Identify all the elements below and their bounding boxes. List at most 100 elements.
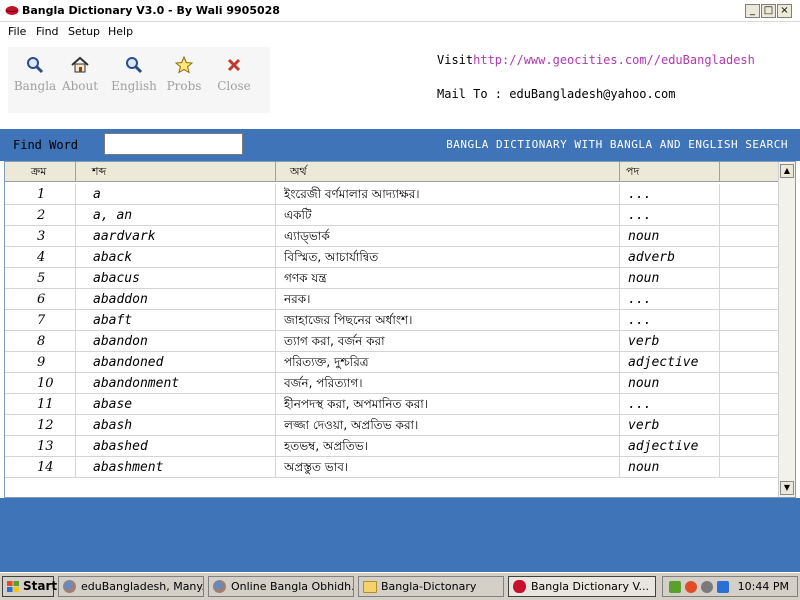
system-tray: 10:44 PM — [662, 576, 798, 597]
row-part-of-speech: ... — [620, 289, 720, 310]
dictionary-banner: BANGLA DICTIONARY WITH BANGLA AND ENGLIS… — [446, 138, 788, 151]
row-number: 4 — [5, 247, 76, 268]
dictionary-grid[interactable]: ক্রম শব্দ অর্থ পদ 1 a ইংরেজী বর্ণমালার আদ্… — [4, 161, 796, 498]
table-row[interactable]: 1 a ইংরেজী বর্ণমালার আদ্যাক্ষর।... — [5, 184, 780, 205]
close-button-label: Close — [217, 79, 251, 93]
table-row[interactable]: 14 abashment অপ্রস্তুত ভাব। noun — [5, 457, 780, 478]
row-number: 3 — [5, 226, 76, 247]
bangla-search-button[interactable]: Bangla — [11, 53, 59, 103]
table-row[interactable]: 4 aback বিস্মিত, আচার্যান্বিত adverb — [5, 247, 780, 268]
row-part-of-speech: adjective — [620, 436, 720, 457]
menu-help[interactable]: Help — [108, 25, 133, 38]
header-word[interactable]: শব্দ — [76, 162, 276, 182]
row-extra-cell — [720, 205, 780, 226]
row-meaning: অপ্রস্তুত ভাব। — [276, 457, 620, 478]
english-search-button[interactable]: English — [110, 53, 158, 103]
row-meaning: বর্জন, পরিত্যাগ। — [276, 373, 620, 394]
close-button[interactable]: Close — [210, 53, 258, 103]
row-extra-cell — [720, 436, 780, 457]
table-row[interactable]: 11 abase হীনপদস্থ করা, অপমানিত করা।... — [5, 394, 780, 415]
taskbar-item-edubangladesh[interactable]: eduBangladesh, Many... — [58, 576, 204, 597]
scroll-down-arrow-icon[interactable]: ▼ — [780, 481, 794, 495]
row-part-of-speech: noun — [620, 226, 720, 247]
row-meaning: বিস্মিত, আচার্যান্বিত — [276, 247, 620, 268]
security-icon[interactable] — [685, 581, 697, 593]
row-word: aback — [76, 247, 276, 268]
website-link[interactable]: http://www.geocities.com//eduBangladesh — [473, 53, 755, 67]
row-word: abacus — [76, 268, 276, 289]
grid-header: ক্রম শব্দ অর্থ পদ — [5, 162, 780, 182]
mail-address[interactable]: eduBangladesh@yahoo.com — [509, 87, 675, 101]
row-extra-cell — [720, 331, 780, 352]
row-word: abandoned — [76, 352, 276, 373]
row-word: abaft — [76, 310, 276, 331]
table-row[interactable]: 10 abandonment বর্জন, পরিত্যাগ। noun — [5, 373, 780, 394]
close-window-button[interactable]: × — [777, 4, 792, 18]
taskbar-item-bangla-dictionary-app[interactable]: Bangla Dictionary V... — [508, 576, 656, 597]
minimize-button[interactable]: _ — [745, 4, 760, 18]
table-row[interactable]: 12 abash লজ্জা দেওয়া, অপ্রতিভ করা। verb — [5, 415, 780, 436]
row-meaning: গণক যন্ত্র — [276, 268, 620, 289]
table-row[interactable]: 2 a, an একটি... — [5, 205, 780, 226]
taskbar-item-bangla-dictonary-folder[interactable]: Bangla-Dictonary — [358, 576, 504, 597]
row-extra-cell — [720, 310, 780, 331]
row-meaning: পরিত্যক্ত, দুশ্চরিত্র — [276, 352, 620, 373]
row-number: 6 — [5, 289, 76, 310]
row-word: abash — [76, 415, 276, 436]
header-pos[interactable]: পদ — [620, 162, 720, 182]
network-icon[interactable] — [669, 581, 681, 593]
row-number: 13 — [5, 436, 76, 457]
row-part-of-speech: ... — [620, 205, 720, 226]
scroll-up-arrow-icon[interactable]: ▲ — [780, 164, 794, 178]
probs-button-label: Probs — [166, 79, 202, 93]
magnifier-icon — [110, 53, 158, 77]
header-serial[interactable]: ক্রম — [5, 162, 76, 182]
table-row[interactable]: 9 abandoned পরিত্যক্ত, দুশ্চরিত্র adjective — [5, 352, 780, 373]
row-part-of-speech: verb — [620, 331, 720, 352]
row-part-of-speech: noun — [620, 457, 720, 478]
about-button[interactable]: About — [56, 53, 104, 103]
row-extra-cell — [720, 184, 780, 205]
table-row[interactable]: 7 abaft জাহাজের পিছনের অর্ধাংশ।... — [5, 310, 780, 331]
row-meaning: ত্যাগ করা, বর্জন করা — [276, 331, 620, 352]
find-word-input[interactable] — [104, 133, 243, 155]
about-button-label: About — [61, 79, 99, 93]
menu-file[interactable]: File — [8, 25, 26, 38]
menu-find[interactable]: Find — [36, 25, 59, 38]
table-row[interactable]: 5 abacus গণক যন্ত্র noun — [5, 268, 780, 289]
row-number: 10 — [5, 373, 76, 394]
display-icon[interactable] — [717, 581, 729, 593]
header-meaning[interactable]: অর্থ — [276, 162, 620, 182]
visit-label: Visit — [437, 53, 474, 67]
row-part-of-speech: ... — [620, 184, 720, 205]
volume-icon[interactable] — [701, 581, 713, 593]
maximize-button[interactable]: □ — [761, 4, 776, 18]
menu-bar: File Find Setup Help — [0, 22, 800, 41]
row-meaning: জাহাজের পিছনের অর্ধাংশ। — [276, 310, 620, 331]
row-extra-cell — [720, 247, 780, 268]
row-number: 2 — [5, 205, 76, 226]
row-number: 1 — [5, 184, 76, 205]
bottom-panel — [0, 498, 800, 572]
table-row[interactable]: 13 abashed হতভম্ব, অপ্রতিভ। adjective — [5, 436, 780, 457]
taskbar: Start eduBangladesh, Many... Online Bang… — [0, 572, 800, 600]
row-extra-cell — [720, 352, 780, 373]
start-button[interactable]: Start — [2, 576, 57, 597]
row-meaning: একটি — [276, 205, 620, 226]
menu-setup[interactable]: Setup — [68, 25, 100, 38]
table-row[interactable]: 8 abandon ত্যাগ করা, বর্জন করা verb — [5, 331, 780, 352]
probs-button[interactable]: Probs — [160, 53, 208, 103]
row-number: 9 — [5, 352, 76, 373]
table-row[interactable]: 3 aardvark এ্যাড্ভার্ক noun — [5, 226, 780, 247]
clock: 10:44 PM — [737, 580, 789, 593]
vertical-scrollbar[interactable]: ▲ ▼ — [778, 162, 795, 497]
taskbar-item-label: Online Bangla Obhidh... — [231, 580, 354, 593]
table-row[interactable]: 6 abaddon নরক।... — [5, 289, 780, 310]
row-part-of-speech: adjective — [620, 352, 720, 373]
row-word: abashed — [76, 436, 276, 457]
row-part-of-speech: ... — [620, 394, 720, 415]
taskbar-item-online-bangla[interactable]: Online Bangla Obhidh... — [208, 576, 354, 597]
taskbar-item-label: Bangla Dictionary V... — [531, 580, 650, 593]
row-word: a — [76, 184, 276, 205]
row-extra-cell — [720, 394, 780, 415]
